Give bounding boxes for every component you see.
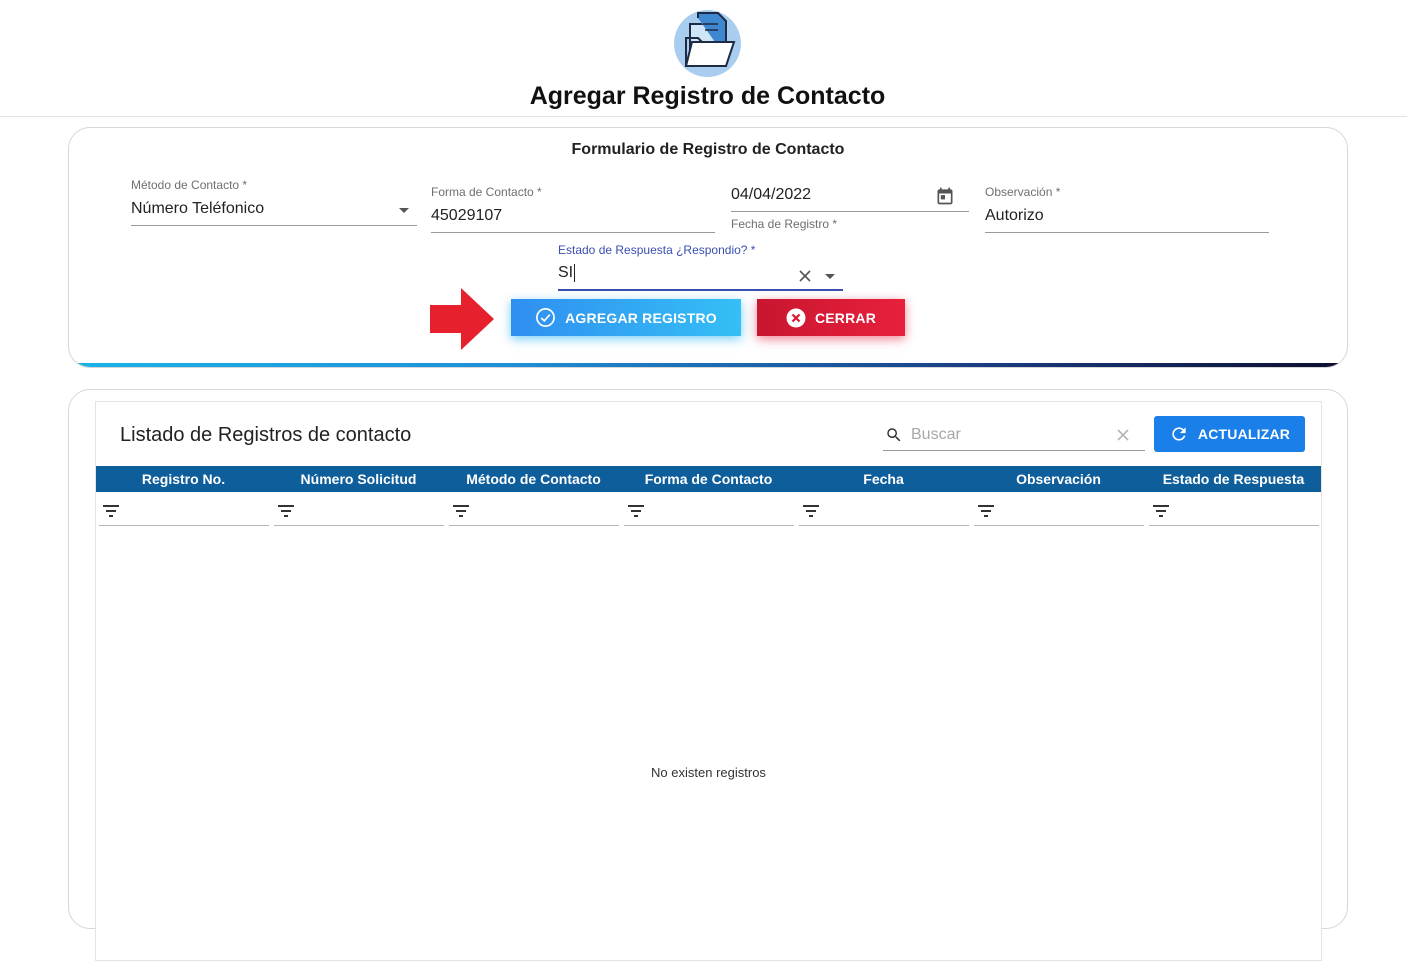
observacion-input[interactable]: Observación * Autorizo — [985, 185, 1269, 233]
cerrar-label: CERRAR — [814, 309, 877, 326]
estado-respuesta-value: SI — [558, 264, 574, 281]
check-circle-icon — [536, 308, 556, 327]
observacion-label: Observación * — [985, 185, 1061, 199]
agregar-registro-label: AGREGAR REGISTRO — [565, 309, 717, 326]
metodo-contacto-value: Número Teléfonico — [131, 200, 265, 217]
clear-icon[interactable] — [798, 269, 812, 288]
filter-icon[interactable] — [977, 504, 995, 518]
observacion-value: Autorizo — [985, 207, 1044, 224]
filter-cell[interactable] — [621, 492, 796, 528]
page-title: Agregar Registro de Contacto — [529, 82, 886, 110]
filter-icon[interactable] — [802, 504, 820, 518]
filter-cell[interactable] — [1146, 492, 1321, 528]
actualizar-label: ACTUALIZAR — [1197, 426, 1291, 442]
list-title: Listado de Registros de contacto — [120, 424, 412, 446]
refresh-icon — [1172, 427, 1186, 441]
search-icon — [887, 428, 901, 442]
chevron-down-icon[interactable] — [825, 274, 835, 279]
estado-respuesta-label: Estado de Respuesta ¿Respondio? * — [558, 243, 756, 257]
text-cursor — [574, 264, 576, 282]
contact-grid: Listado de Registros de contacto ACTUALI… — [95, 401, 1322, 961]
filter-cell[interactable] — [971, 492, 1146, 528]
metodo-contacto-label: Método de Contacto * — [131, 178, 248, 192]
filter-icon[interactable] — [1152, 504, 1170, 518]
forma-contacto-label: Forma de Contacto * — [431, 185, 542, 199]
empty-message: No existen registros — [651, 765, 766, 780]
contact-list-card: Listado de Registros de contacto ACTUALI… — [68, 389, 1348, 961]
fecha-registro-label: Fecha de Registro * — [731, 217, 838, 231]
form-title: Formulario de Registro de Contacto — [571, 141, 845, 158]
filter-icon[interactable] — [627, 504, 645, 518]
close-circle-icon — [786, 308, 806, 327]
column-header-fecha[interactable]: Fecha — [796, 466, 971, 492]
chevron-down-icon[interactable] — [399, 208, 409, 213]
search-field[interactable] — [883, 419, 1145, 451]
filter-icon[interactable] — [452, 504, 470, 518]
column-header-numero-solicitud[interactable]: Número Solicitud — [271, 466, 446, 492]
forma-contacto-input[interactable]: Forma de Contacto * 45029107 — [431, 185, 715, 233]
clear-search-icon[interactable] — [1116, 428, 1130, 442]
actualizar-button[interactable]: ACTUALIZAR — [1154, 416, 1305, 452]
grid-header-row: Registro No. Número Solicitud Método de … — [96, 466, 1321, 492]
page-header: Agregar Registro de Contacto — [0, 0, 1407, 117]
fecha-registro-value: 04/04/2022 — [731, 186, 812, 203]
column-header-estado[interactable]: Estado de Respuesta — [1146, 466, 1321, 492]
estado-respuesta-select[interactable]: Estado de Respuesta ¿Respondio? * SI — [558, 243, 843, 291]
filter-cell[interactable] — [96, 492, 271, 528]
calendar-icon[interactable] — [935, 186, 955, 211]
column-header-metodo[interactable]: Método de Contacto — [446, 466, 621, 492]
filter-cell[interactable] — [796, 492, 971, 528]
filter-cell[interactable] — [271, 492, 446, 528]
contact-form-card: Formulario de Registro de Contacto Métod… — [68, 127, 1348, 368]
forma-contacto-value: 45029107 — [431, 207, 503, 224]
cerrar-button[interactable]: CERRAR — [757, 299, 905, 336]
search-input[interactable] — [911, 423, 1111, 447]
filter-row — [96, 492, 1321, 528]
metodo-contacto-select[interactable]: Método de Contacto * Número Teléfonico — [131, 178, 417, 226]
folder-document-icon — [674, 10, 741, 77]
fecha-registro-input[interactable]: 04/04/2022 Fecha de Registro * — [731, 186, 969, 234]
filter-icon[interactable] — [277, 504, 295, 518]
column-header-registro[interactable]: Registro No. — [96, 466, 271, 492]
column-header-forma[interactable]: Forma de Contacto — [621, 466, 796, 492]
column-header-observacion[interactable]: Observación — [971, 466, 1146, 492]
gradient-bar — [69, 363, 1347, 367]
agregar-registro-button[interactable]: AGREGAR REGISTRO — [511, 299, 741, 336]
filter-cell[interactable] — [446, 492, 621, 528]
filter-icon[interactable] — [102, 504, 120, 518]
arrow-right-icon — [430, 288, 494, 350]
